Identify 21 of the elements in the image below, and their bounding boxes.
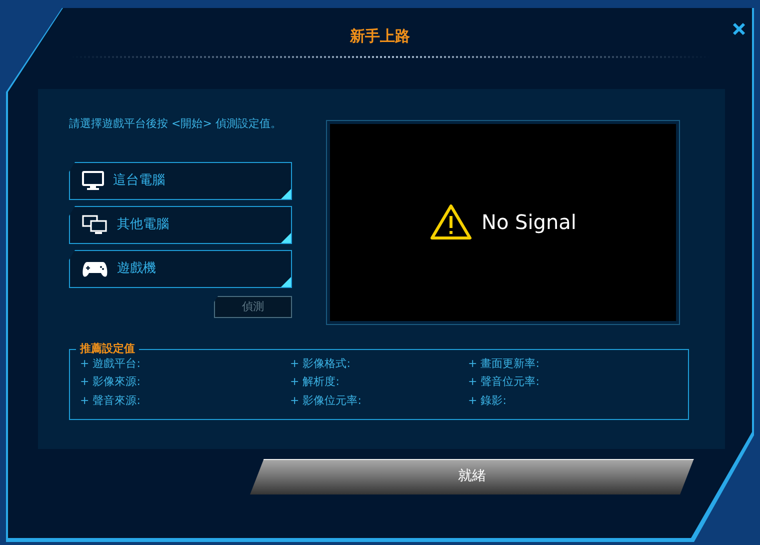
platform-button[interactable]: 這台電腦: [69, 162, 292, 200]
gamepad-icon: [82, 260, 108, 278]
settings-legend: 推薦設定值: [76, 340, 139, 357]
instruction-text: 請選擇遊戲平台後按 <開始> 偵測設定值。: [69, 116, 282, 132]
warning-icon: [430, 204, 472, 240]
setting-label: + 聲音來源:: [80, 392, 142, 408]
monitor-icon: [82, 171, 104, 191]
platform-button[interactable]: 其他電腦: [69, 206, 292, 244]
monitors-icon: [82, 215, 108, 235]
setting-label: + 解析度:: [290, 374, 340, 390]
setting-label: + 影像格式:: [290, 356, 352, 372]
setting-label: + 錄影:: [468, 392, 508, 408]
setting-label: + 遊戲平台:: [80, 356, 142, 372]
setting-label: + 影像來源:: [80, 374, 142, 390]
window-title: 新手上路: [350, 26, 410, 47]
setting-label: + 畫面更新率:: [468, 356, 540, 372]
platform-button[interactable]: 遊戲機: [69, 250, 292, 288]
setting-label: + 聲音位元率:: [468, 374, 540, 390]
no-signal-text: No Signal: [482, 209, 576, 236]
ready-button[interactable]: 就緒: [250, 458, 694, 494]
setting-label: + 影像位元率:: [290, 392, 362, 408]
